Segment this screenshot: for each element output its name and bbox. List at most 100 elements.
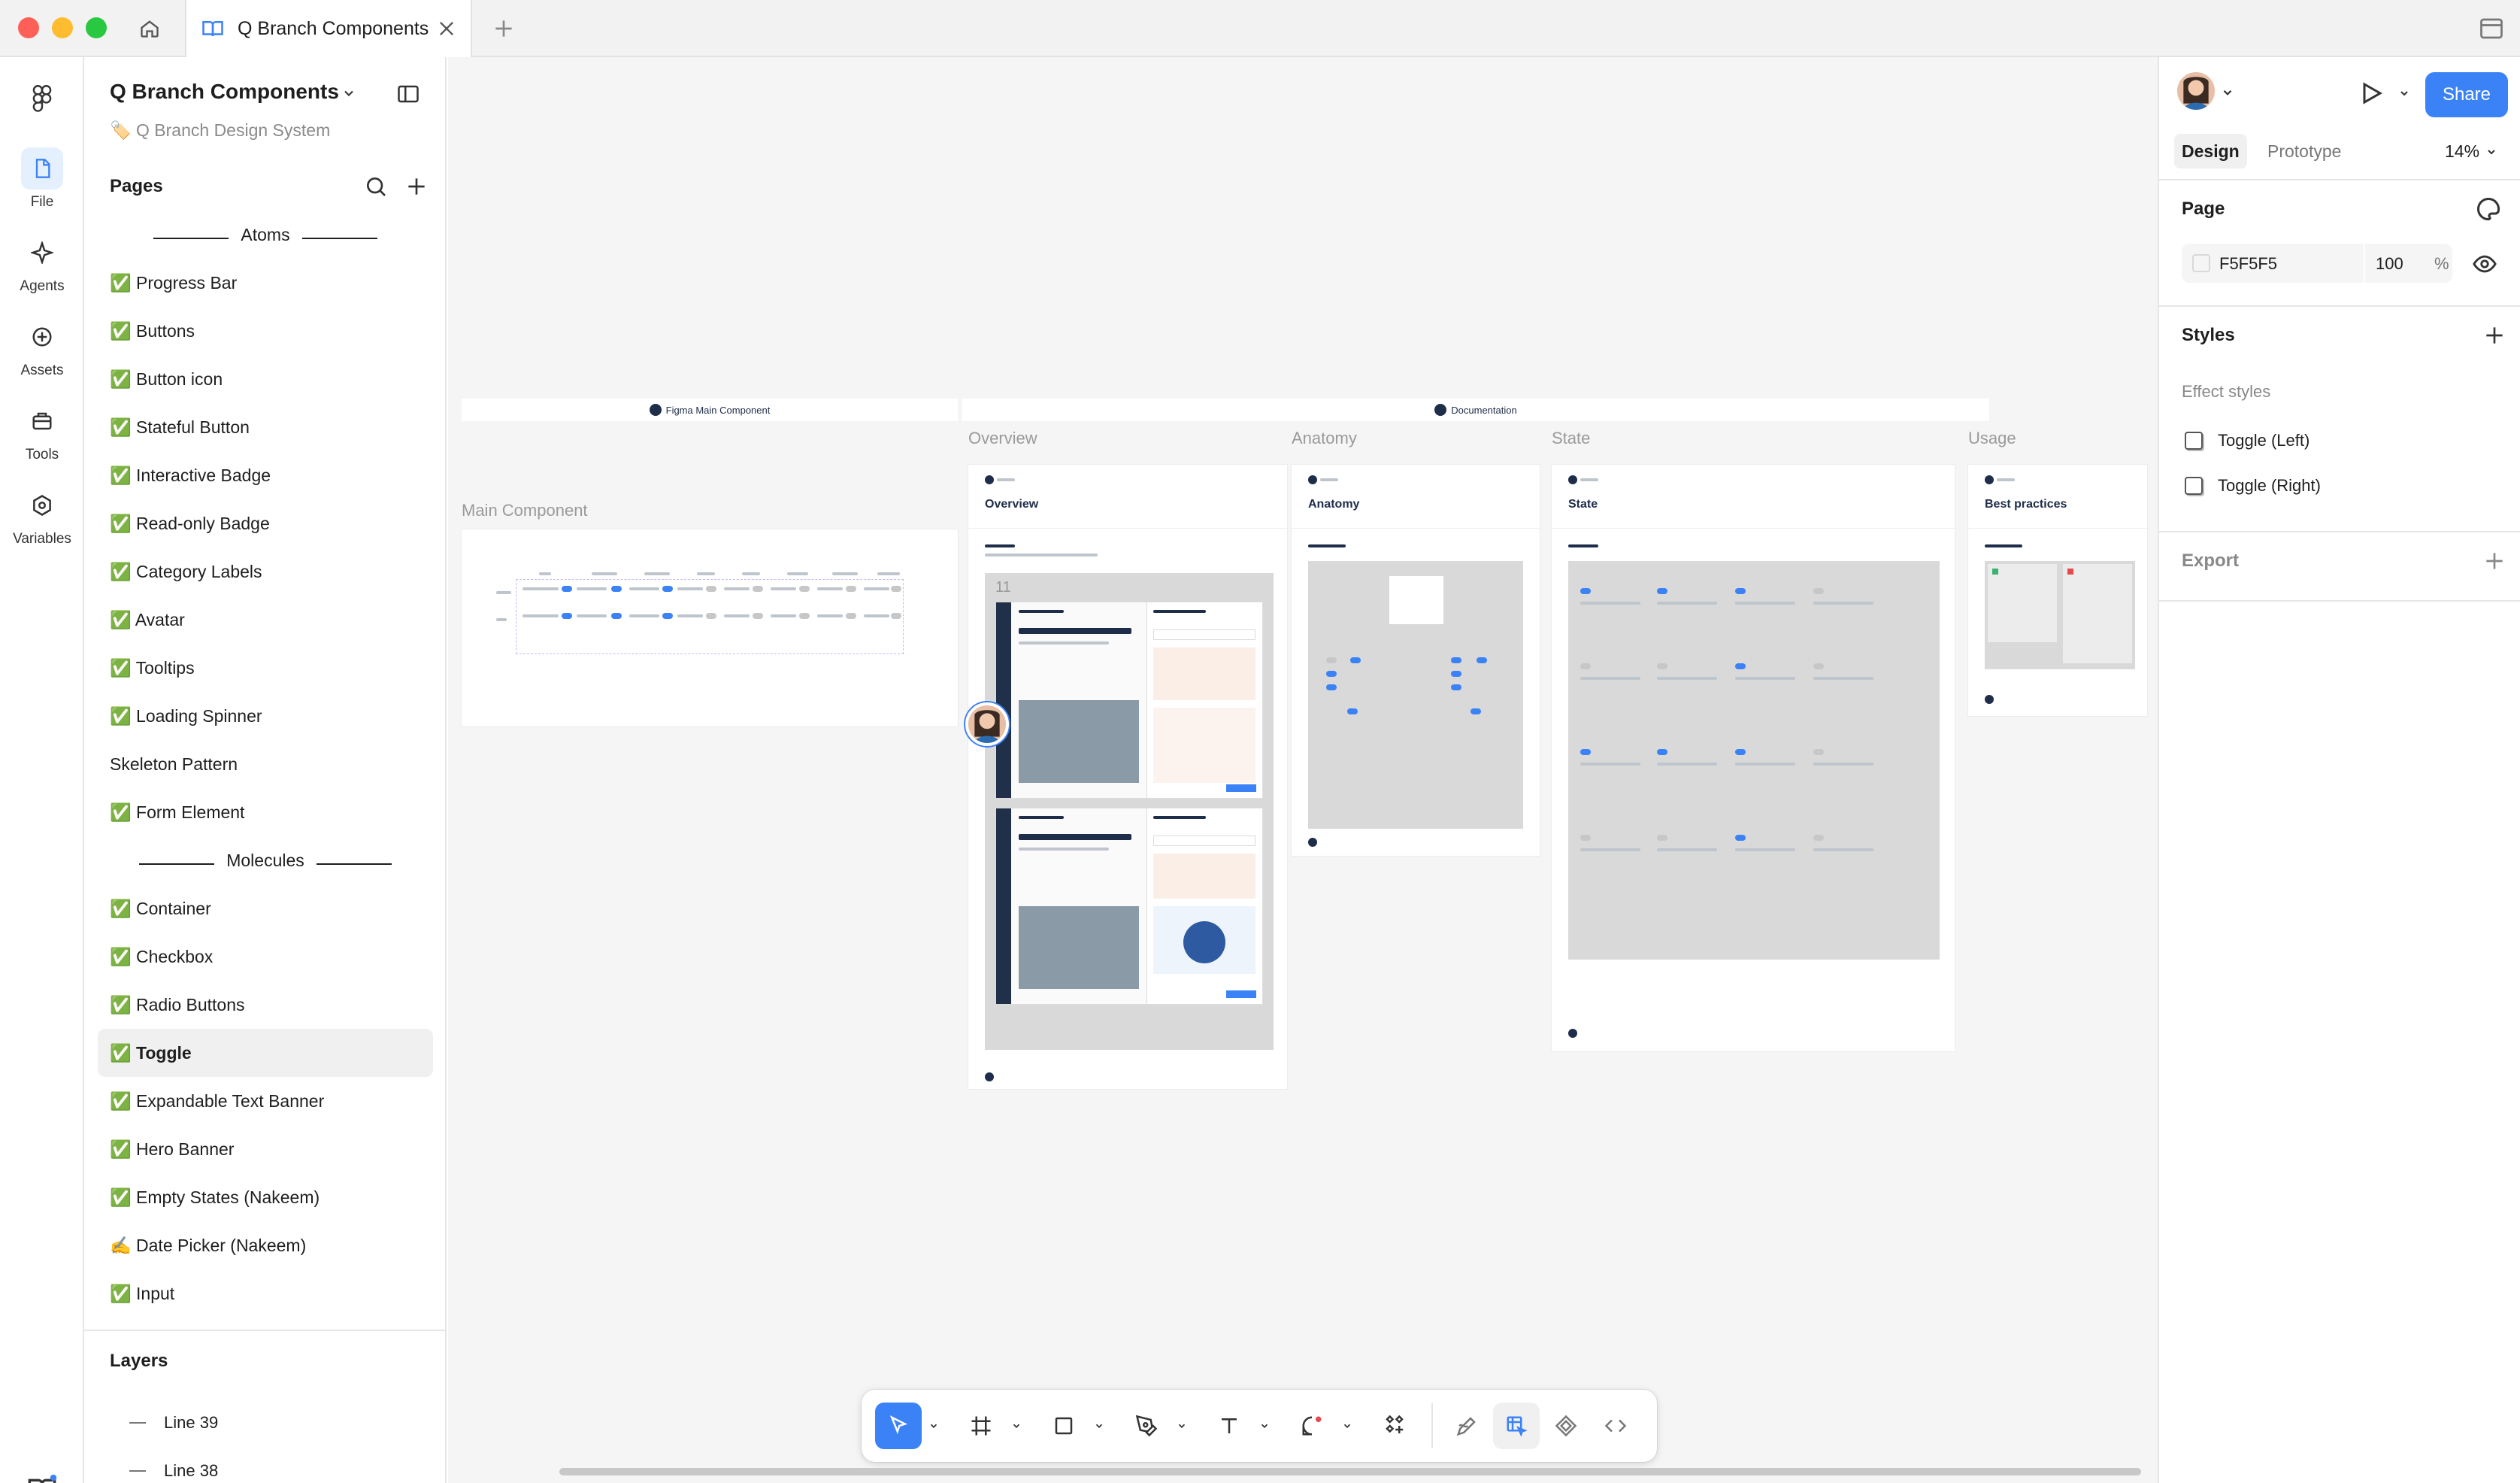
chevron-down-icon[interactable] bbox=[2221, 86, 2234, 99]
actions-tool-button[interactable] bbox=[1371, 1403, 1418, 1449]
add-export-icon[interactable] bbox=[2482, 549, 2506, 573]
maximize-window-button[interactable] bbox=[86, 17, 107, 38]
frame-label-overview[interactable]: Overview bbox=[968, 429, 1037, 448]
close-tab-icon[interactable] bbox=[436, 18, 457, 39]
page-item[interactable]: ✅ Form Element bbox=[98, 788, 433, 836]
frame-usage[interactable]: Best practices bbox=[1968, 465, 2147, 716]
frame-main-component[interactable] bbox=[462, 529, 958, 726]
page-item[interactable]: ✅ Stateful Button bbox=[98, 403, 433, 451]
frame-tool-menu[interactable] bbox=[1007, 1403, 1025, 1449]
move-tool-menu[interactable] bbox=[925, 1403, 943, 1449]
frame-anatomy[interactable]: Anatomy bbox=[1292, 465, 1540, 856]
rail-assets-label: Assets bbox=[20, 362, 64, 378]
zoom-level[interactable]: 14% bbox=[2445, 141, 2479, 162]
present-play-icon[interactable] bbox=[2358, 80, 2385, 107]
effect-style-label: Toggle (Left) bbox=[2218, 431, 2310, 450]
page-item[interactable]: ✅ Button icon bbox=[98, 355, 433, 403]
page-color-value[interactable]: F5F5F5 bbox=[2219, 254, 2277, 274]
rail-tools-button[interactable]: Tools bbox=[0, 400, 84, 463]
effect-style-item[interactable]: Toggle (Left) bbox=[2185, 427, 2309, 454]
color-styles-icon[interactable] bbox=[2475, 196, 2502, 223]
home-button[interactable] bbox=[132, 14, 167, 44]
file-subtitle[interactable]: 🏷️ Q Branch Design System bbox=[110, 120, 330, 141]
rail-file-button[interactable]: File bbox=[0, 147, 84, 211]
pen-tool-button[interactable] bbox=[1123, 1403, 1170, 1449]
panel-toggle-icon[interactable] bbox=[2478, 15, 2505, 42]
collaborator-avatar[interactable] bbox=[965, 702, 1009, 746]
component-set[interactable] bbox=[516, 572, 904, 654]
move-tool-button[interactable] bbox=[875, 1403, 922, 1449]
library-icon[interactable] bbox=[27, 1474, 57, 1483]
page-item[interactable]: Skeleton Pattern bbox=[98, 740, 433, 788]
add-style-icon[interactable] bbox=[2482, 323, 2506, 347]
page-color-field[interactable]: F5F5F5 100 % bbox=[2182, 244, 2452, 283]
page-item[interactable]: ✅ Input bbox=[98, 1269, 433, 1318]
comment-tool-button[interactable] bbox=[1289, 1403, 1335, 1449]
section-figma-main-component[interactable]: Figma Main Component bbox=[462, 399, 958, 421]
dev-mode-button[interactable] bbox=[1592, 1403, 1639, 1449]
figma-menu-button[interactable] bbox=[0, 78, 84, 120]
chevron-down-icon[interactable] bbox=[2398, 87, 2410, 99]
canvas[interactable]: Figma Main Component Documentation Main … bbox=[448, 57, 2158, 1483]
horizontal-scrollbar[interactable] bbox=[559, 1468, 2141, 1475]
page-item[interactable]: ✍️ Date Picker (Nakeem) bbox=[98, 1221, 433, 1269]
pen-tool-menu[interactable] bbox=[1173, 1403, 1191, 1449]
page-item[interactable]: ✅ Progress Bar bbox=[98, 259, 433, 307]
frame-overview[interactable]: Overview 11 bbox=[968, 465, 1287, 1089]
frame-label-usage[interactable]: Usage bbox=[1968, 429, 2016, 448]
page-separator-molecules[interactable]: Molecules bbox=[98, 836, 433, 884]
minimize-window-button[interactable] bbox=[52, 17, 73, 38]
rail-variables-button[interactable]: Variables bbox=[0, 484, 84, 547]
frame-state[interactable]: State bbox=[1552, 465, 1955, 1051]
page-opacity-value[interactable]: 100 bbox=[2376, 254, 2403, 274]
page-item[interactable]: ✅ Interactive Badge bbox=[98, 451, 433, 499]
file-title[interactable]: Q Branch Components bbox=[110, 80, 339, 104]
chevron-down-icon[interactable] bbox=[341, 86, 356, 101]
search-icon[interactable] bbox=[364, 174, 388, 199]
frame-tool-button[interactable] bbox=[958, 1403, 1004, 1449]
sidebar-toggle-icon[interactable] bbox=[395, 83, 421, 105]
text-tool-button[interactable] bbox=[1206, 1403, 1252, 1449]
color-swatch[interactable] bbox=[2192, 254, 2210, 272]
shape-tool-menu[interactable] bbox=[1090, 1403, 1108, 1449]
page-item[interactable]: ✅ Loading Spinner bbox=[98, 692, 433, 740]
rail-agents-button[interactable]: Agents bbox=[0, 232, 84, 295]
frame-label-state[interactable]: State bbox=[1552, 429, 1590, 448]
chevron-down-icon[interactable] bbox=[2485, 146, 2497, 158]
page-item[interactable]: ✅ Container bbox=[98, 884, 433, 933]
frame-label-anatomy[interactable]: Anatomy bbox=[1292, 429, 1357, 448]
page-item[interactable]: ✅ Read-only Badge bbox=[98, 499, 433, 547]
layer-item[interactable]: Line 39 bbox=[129, 1408, 218, 1438]
comment-tool-menu[interactable] bbox=[1338, 1403, 1356, 1449]
rail-assets-button[interactable]: Assets bbox=[0, 316, 84, 379]
page-item[interactable]: ✅ Checkbox bbox=[98, 933, 433, 981]
draw-mode-button[interactable] bbox=[1443, 1403, 1490, 1449]
frame-label-main-component[interactable]: Main Component bbox=[462, 501, 588, 520]
page-item[interactable]: ✅ Avatar bbox=[98, 596, 433, 644]
page-item[interactable]: ✅ Category Labels bbox=[98, 547, 433, 596]
page-item[interactable]: ✅ Expandable Text Banner bbox=[98, 1077, 433, 1125]
dev-components-button[interactable] bbox=[1543, 1403, 1589, 1449]
shape-tool-button[interactable] bbox=[1040, 1403, 1087, 1449]
page-separator-atoms[interactable]: Atoms bbox=[98, 211, 433, 259]
file-tab[interactable]: Q Branch Components bbox=[185, 0, 472, 57]
close-window-button[interactable] bbox=[18, 17, 39, 38]
page-item[interactable]: ✅ Empty States (Nakeem) bbox=[98, 1173, 433, 1221]
layer-item[interactable]: Line 38 bbox=[129, 1456, 218, 1483]
design-mode-button[interactable] bbox=[1493, 1403, 1540, 1449]
text-tool-menu[interactable] bbox=[1255, 1403, 1274, 1449]
tab-design[interactable]: Design bbox=[2174, 134, 2247, 168]
new-tab-icon[interactable] bbox=[492, 17, 516, 41]
tab-prototype[interactable]: Prototype bbox=[2260, 134, 2349, 168]
page-item-selected[interactable]: ✅ Toggle bbox=[98, 1029, 433, 1077]
page-item[interactable]: ✅ Radio Buttons bbox=[98, 981, 433, 1029]
effect-style-item[interactable]: Toggle (Right) bbox=[2185, 472, 2321, 499]
section-documentation[interactable]: Documentation bbox=[962, 399, 1989, 421]
eye-icon[interactable] bbox=[2472, 251, 2497, 277]
user-avatar[interactable] bbox=[2177, 72, 2215, 110]
add-page-icon[interactable] bbox=[404, 174, 429, 199]
page-item[interactable]: ✅ Hero Banner bbox=[98, 1125, 433, 1173]
share-button[interactable]: Share bbox=[2425, 72, 2508, 117]
page-item[interactable]: ✅ Tooltips bbox=[98, 644, 433, 692]
page-item[interactable]: ✅ Buttons bbox=[98, 307, 433, 355]
